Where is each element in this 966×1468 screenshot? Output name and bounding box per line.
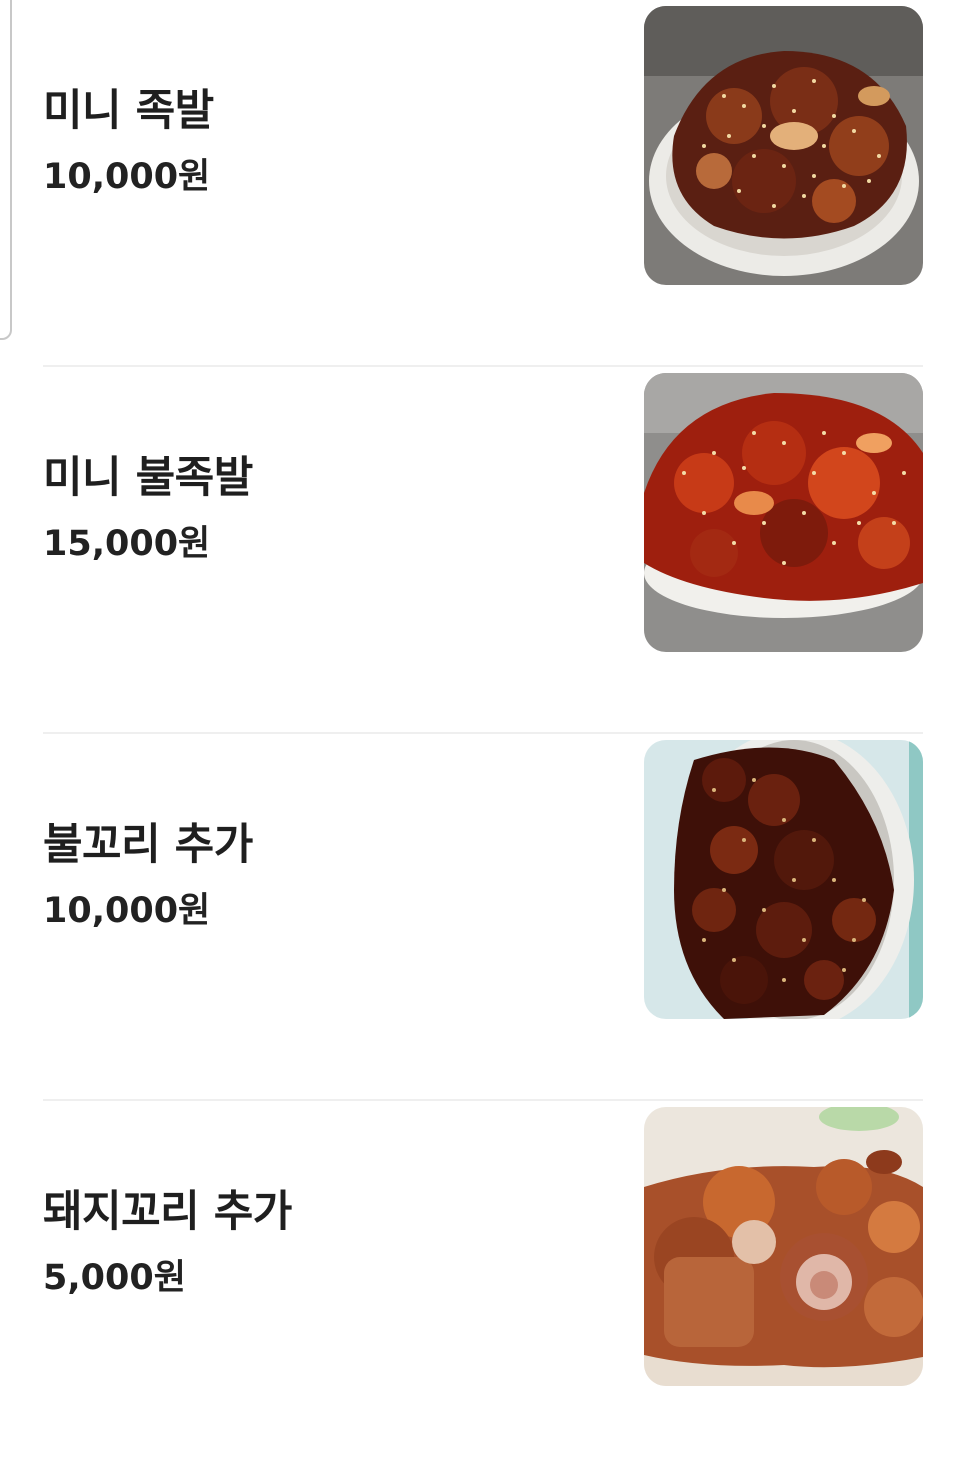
- pig-tail-image: [644, 1107, 923, 1386]
- menu-item[interactable]: 미니 불족발 15,000원: [43, 367, 923, 734]
- menu-item-text: 불꼬리 추가 10,000원: [43, 734, 603, 1099]
- menu-item-text: 돼지꼬리 추가 5,000원: [43, 1101, 603, 1468]
- menu-item[interactable]: 돼지꼬리 추가 5,000원: [43, 1101, 923, 1468]
- menu-item-text: 미니 족발 10,000원: [43, 0, 603, 365]
- menu-item-name: 돼지꼬리 추가: [43, 1187, 292, 1237]
- pig-tail-photo[interactable]: [644, 1107, 923, 1386]
- menu-item-name: 불꼬리 추가: [43, 820, 253, 870]
- menu-item[interactable]: 불꼬리 추가 10,000원: [43, 734, 923, 1101]
- menu-item[interactable]: 미니 족발 10,000원: [43, 0, 923, 367]
- mini-bul-jokbal-photo[interactable]: [644, 373, 923, 652]
- menu-item-name: 미니 족발: [43, 86, 214, 136]
- menu-list: 미니 족발 10,000원 미니 불족발 15,000원 불꼬리 추가 10,0…: [43, 0, 923, 1468]
- menu-item-price: 10,000원: [43, 891, 211, 931]
- side-panel-handle[interactable]: [0, 0, 12, 340]
- menu-item-price: 5,000원: [43, 1258, 186, 1298]
- menu-item-name: 미니 불족발: [43, 453, 253, 503]
- mini-bul-jokbal-image: [644, 373, 923, 652]
- bul-kkori-image: [644, 740, 923, 1019]
- menu-item-price: 10,000원: [43, 157, 211, 197]
- mini-jokbal-image: [644, 6, 923, 285]
- bul-kkori-photo[interactable]: [644, 740, 923, 1019]
- menu-item-text: 미니 불족발 15,000원: [43, 367, 603, 732]
- mini-jokbal-photo[interactable]: [644, 6, 923, 285]
- menu-item-price: 15,000원: [43, 524, 211, 564]
